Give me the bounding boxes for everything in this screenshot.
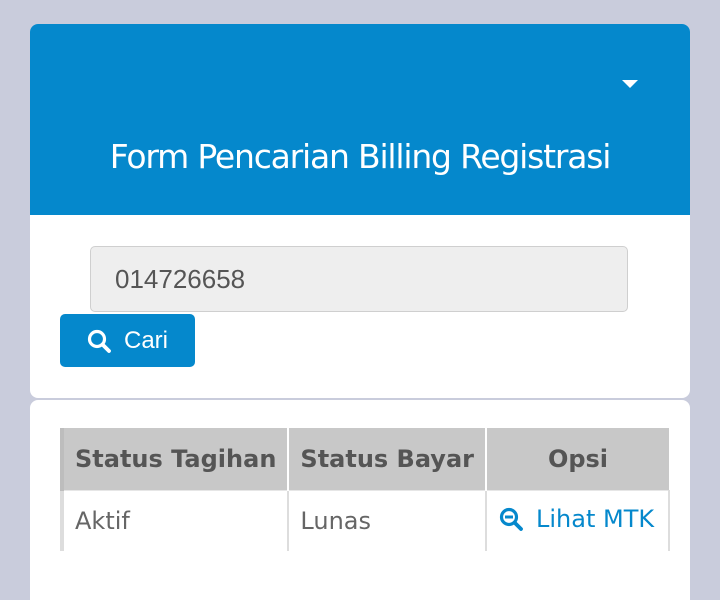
search-icon — [86, 328, 112, 354]
lihat-mtk-label: Lihat MTK — [535, 504, 655, 533]
results-card: Status Tagihan Status Bayar Opsi Aktif L… — [30, 400, 690, 600]
billing-search-input[interactable] — [90, 246, 628, 312]
column-header-status-tagihan: Status Tagihan — [59, 428, 289, 491]
zoom-out-icon — [498, 506, 524, 532]
caret-down-icon[interactable] — [622, 80, 638, 88]
column-header-opsi: Opsi — [484, 428, 669, 491]
column-header-status-bayar: Status Bayar — [287, 428, 486, 491]
table-header-row: Status Tagihan Status Bayar Opsi — [59, 428, 669, 491]
table-row: Aktif Lunas Lihat MTK — [59, 490, 670, 551]
lihat-mtk-link[interactable]: Lihat MTK — [498, 505, 654, 533]
billing-results-table: Status Tagihan Status Bayar Opsi Aktif L… — [59, 428, 670, 551]
form-header: Form Pencarian Billing Registrasi — [30, 24, 690, 215]
form-title: Form Pencarian Billing Registrasi — [109, 137, 612, 176]
search-button-label: Cari — [124, 326, 169, 354]
cell-status-tagihan: Aktif — [59, 490, 289, 551]
cell-opsi: Lihat MTK — [484, 490, 670, 551]
search-button[interactable]: Cari — [60, 314, 195, 367]
cell-status-bayar: Lunas — [287, 490, 486, 551]
search-form-card: Form Pencarian Billing Registrasi Cari — [30, 24, 690, 398]
